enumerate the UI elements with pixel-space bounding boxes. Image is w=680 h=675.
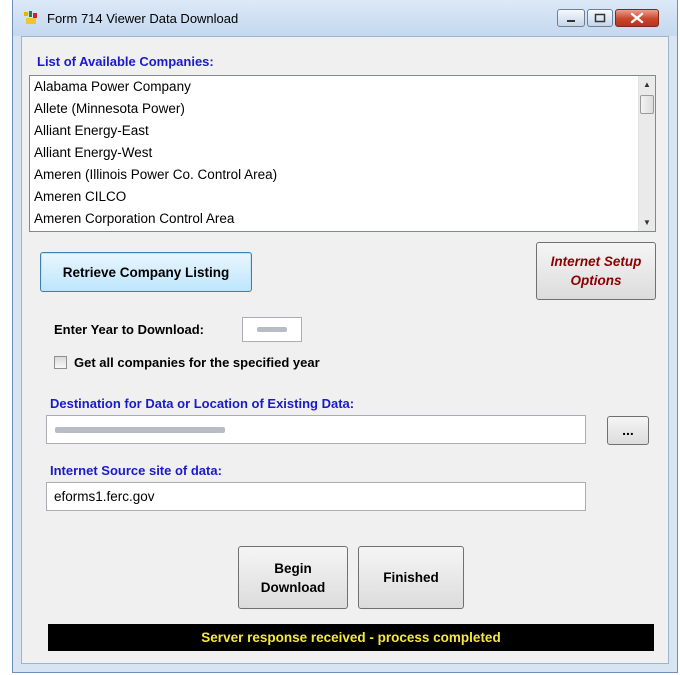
source-value: eforms1.ferc.gov	[54, 489, 155, 504]
destination-label: Destination for Data or Location of Exis…	[50, 396, 355, 411]
all-companies-checkbox[interactable]	[54, 356, 67, 369]
list-item[interactable]: Alliant Energy-West	[34, 145, 152, 160]
begin-label-line2: Download	[260, 579, 326, 595]
redacted-path	[55, 427, 225, 433]
internet-setup-label-line1: Internet Setup	[550, 254, 642, 269]
companies-label: List of Available Companies:	[37, 54, 214, 69]
list-item[interactable]: Allete (Minnesota Power)	[34, 101, 185, 116]
list-scrollbar[interactable]: ▲ ▼	[638, 76, 655, 231]
list-item[interactable]: Ameren Corporation Control Area	[34, 211, 234, 226]
list-item[interactable]: Ameren CILCO	[34, 189, 126, 204]
scroll-down-arrow-icon[interactable]: ▼	[639, 214, 655, 231]
year-input[interactable]	[242, 317, 302, 342]
internet-setup-label-line2: Options	[570, 273, 622, 288]
begin-download-button[interactable]: Begin Download	[238, 546, 348, 609]
destination-field[interactable]	[46, 415, 586, 444]
begin-label-line1: Begin	[274, 560, 312, 576]
finished-button[interactable]: Finished	[358, 546, 464, 609]
minimize-button[interactable]	[557, 9, 585, 27]
maximize-icon	[594, 13, 606, 23]
list-item[interactable]: Alliant Energy-East	[34, 123, 149, 138]
minimize-icon	[567, 20, 575, 22]
window-title: Form 714 Viewer Data Download	[47, 11, 239, 26]
list-item[interactable]: Ameren (Illinois Power Co. Control Area)	[34, 167, 277, 182]
year-label: Enter Year to Download:	[54, 322, 205, 337]
redacted-year	[257, 327, 287, 332]
maximize-button[interactable]	[587, 9, 613, 27]
all-companies-label: Get all companies for the specified year	[74, 355, 320, 370]
list-item[interactable]: Alabama Power Company	[34, 79, 191, 94]
internet-setup-options-button[interactable]: Internet Setup Options	[536, 242, 656, 300]
app-icon	[24, 11, 37, 24]
close-button[interactable]	[615, 9, 659, 27]
source-label: Internet Source site of data:	[50, 463, 222, 478]
scroll-up-arrow-icon[interactable]: ▲	[639, 76, 655, 93]
status-bar: Server response received - process compl…	[48, 624, 654, 651]
retrieve-company-listing-button[interactable]: Retrieve Company Listing	[40, 252, 252, 292]
title-bar[interactable]: Form 714 Viewer Data Download	[13, 0, 677, 36]
scroll-thumb[interactable]	[640, 95, 654, 114]
source-field[interactable]: eforms1.ferc.gov	[46, 482, 586, 511]
company-listbox[interactable]: Alabama Power Company Allete (Minnesota …	[29, 75, 656, 232]
close-icon	[630, 12, 644, 24]
browse-button[interactable]: ...	[607, 416, 649, 445]
